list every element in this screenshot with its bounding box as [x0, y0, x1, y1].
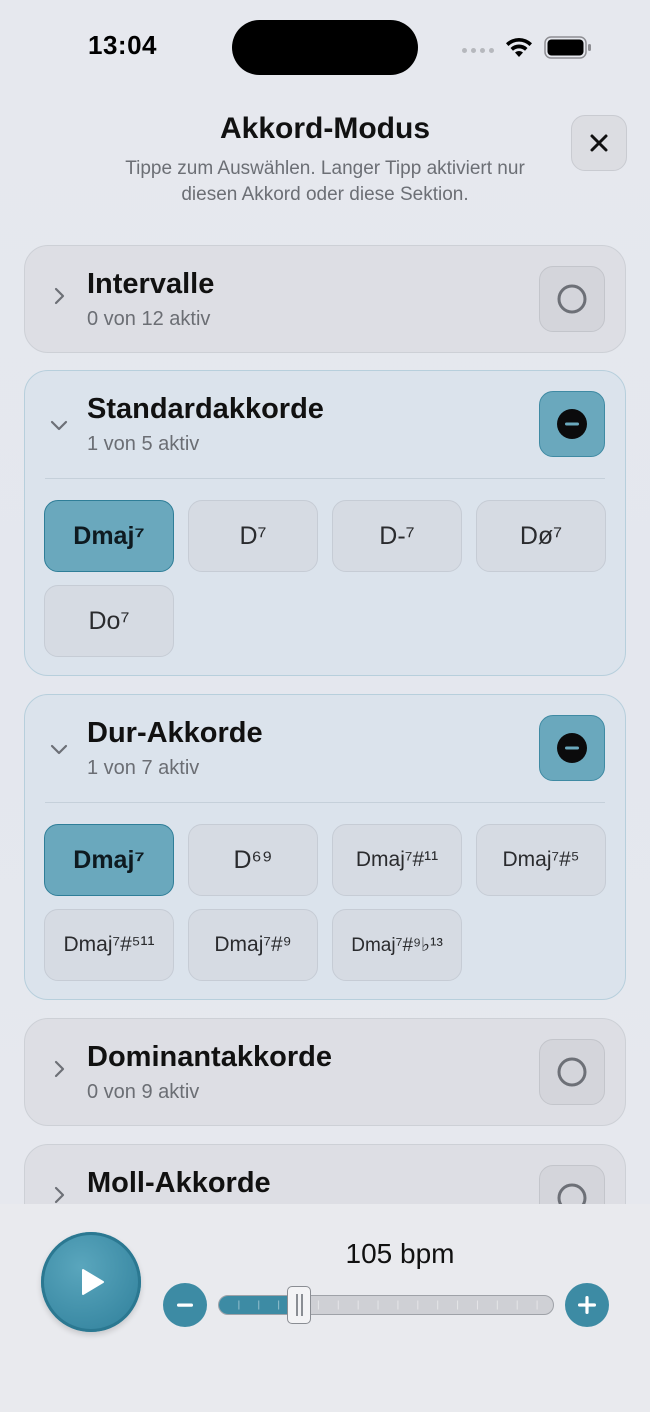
section-toggle[interactable]	[539, 715, 605, 781]
chord-chip[interactable]: D-⁷	[332, 500, 462, 572]
play-icon	[82, 1269, 104, 1295]
play-button[interactable]	[41, 1232, 141, 1332]
status-time: 13:04	[88, 30, 157, 60]
chord-chip[interactable]: D⁷	[188, 500, 318, 572]
empty-circle-icon	[557, 1057, 587, 1087]
section-title: Dur-Akkorde	[87, 717, 263, 749]
divider	[45, 802, 605, 803]
chord-chip[interactable]: Dmaj⁷#⁹	[188, 909, 318, 981]
section-dur-akkorde: Dur-Akkorde 1 von 7 aktiv Dmaj⁷ D⁶⁹ Dmaj…	[24, 694, 626, 1000]
section-count: 1 von 5 aktiv	[87, 433, 200, 455]
cellular-signal-icon	[462, 44, 494, 56]
minus-circle-icon	[557, 409, 587, 439]
plus-icon	[578, 1296, 596, 1314]
section-count: 0 von 12 aktiv	[87, 308, 211, 330]
section-header[interactable]: Intervalle 0 von 12 aktiv	[25, 246, 625, 354]
chevron-right-icon	[54, 1060, 65, 1078]
minus-circle-icon	[557, 733, 587, 763]
chord-chip[interactable]: Dmaj⁷#⁹♭¹³	[332, 909, 462, 981]
section-title: Intervalle	[87, 268, 215, 300]
section-toggle[interactable]	[539, 1039, 605, 1105]
slider-ticks	[238, 1300, 538, 1310]
section-count: 0 von 9 aktiv	[87, 1081, 200, 1103]
chevron-down-icon	[50, 744, 68, 755]
section-title: Standardakkorde	[87, 393, 324, 425]
chevron-right-icon	[54, 287, 65, 305]
chord-chip[interactable]: Dmaj⁷#⁵	[476, 824, 606, 896]
section-toggle[interactable]	[539, 391, 605, 457]
chord-chip[interactable]: Do⁷	[44, 585, 174, 657]
section-count: 1 von 7 aktiv	[87, 757, 200, 779]
battery-icon	[544, 36, 591, 59]
tempo-slider[interactable]	[218, 1295, 554, 1315]
bpm-label: 105 bpm	[345, 1238, 455, 1269]
page-subtitle: Tippe zum Auswählen. Langer Tipp aktivie…	[125, 158, 525, 205]
dynamic-island	[232, 20, 418, 75]
chevron-down-icon	[50, 420, 68, 431]
chord-chip[interactable]: Dmaj⁷#⁵¹¹	[44, 909, 174, 981]
section-toggle[interactable]	[539, 266, 605, 332]
wifi-icon	[506, 37, 532, 57]
section-header[interactable]: Dur-Akkorde 1 von 7 aktiv	[25, 695, 625, 803]
chord-chip[interactable]: D⁶⁹	[188, 824, 318, 896]
section-header[interactable]: Dominantakkorde 0 von 9 aktiv	[25, 1019, 625, 1127]
section-intervalle[interactable]: Intervalle 0 von 12 aktiv	[24, 245, 626, 353]
tempo-increase-button[interactable]	[565, 1283, 609, 1327]
chord-chip[interactable]: Dø⁷	[476, 500, 606, 572]
section-title: Dominantakkorde	[87, 1041, 332, 1073]
section-standardakkorde: Standardakkorde 1 von 5 aktiv Dmaj⁷ D⁷ D…	[24, 370, 626, 676]
section-title: Moll-Akkorde	[87, 1167, 271, 1199]
divider	[45, 478, 605, 479]
slider-thumb[interactable]	[287, 1286, 311, 1324]
chord-chip[interactable]: Dmaj⁷	[44, 824, 174, 896]
close-button[interactable]	[571, 115, 627, 171]
empty-circle-icon	[557, 284, 587, 314]
page-title: Akkord-Modus	[220, 112, 430, 145]
section-header[interactable]: Standardakkorde 1 von 5 aktiv	[25, 371, 625, 479]
chevron-right-icon	[54, 1186, 65, 1204]
chord-chip[interactable]: Dmaj⁷	[44, 500, 174, 572]
chord-chip[interactable]: Dmaj⁷#¹¹	[332, 824, 462, 896]
tempo-decrease-button[interactable]	[163, 1283, 207, 1327]
section-dominantakkorde[interactable]: Dominantakkorde 0 von 9 aktiv	[24, 1018, 626, 1126]
close-icon	[590, 134, 608, 152]
minus-icon	[177, 1303, 193, 1307]
